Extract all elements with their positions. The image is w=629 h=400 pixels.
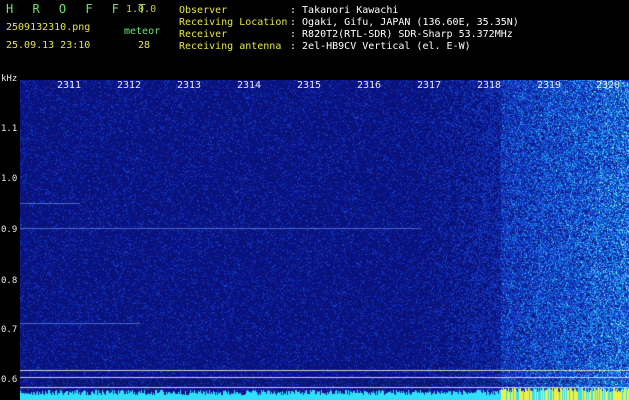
receiver-value: : R820T2(RTL-SDR) SDR-Sharp 53.372MHz — [290, 29, 513, 40]
location-label: Receiving Location — [179, 17, 288, 28]
freq-tick-0-8: 0.8 — [1, 276, 18, 286]
meteor-label: meteor — [124, 26, 161, 37]
freq-tick-0-9: 0.9 — [1, 225, 18, 235]
antenna-label: Receiving antenna — [179, 41, 282, 52]
minute-tick-2314: 2314 — [237, 80, 262, 91]
minute-tick-2318: 2318 — [477, 80, 502, 91]
minute-tick-2320: 2320 — [596, 80, 621, 91]
minute-tick-2311: 2311 — [57, 80, 82, 91]
minute-tick-2315: 2315 — [297, 80, 322, 91]
meteor-count: 28 — [138, 40, 151, 51]
location-value: : Ogaki, Gifu, JAPAN (136.60E, 35.35N) — [290, 17, 519, 28]
spectrogram-canvas — [20, 80, 629, 400]
freq-tick-0-7: 0.7 — [1, 325, 18, 335]
axis-unit-label: kHz — [1, 74, 18, 84]
antenna-value: : 2el-HB9CV Vertical (el. E-W) — [290, 41, 471, 52]
image-filename: 2509132310.png — [6, 22, 91, 33]
app-version: 1.0.0 — [126, 4, 157, 15]
observer-value: : Takanori Kawachi — [290, 5, 399, 16]
capture-datetime: 25.09.13 23:10 — [6, 40, 91, 51]
minute-tick-2317: 2317 — [417, 80, 442, 91]
minute-tick-2316: 2316 — [357, 80, 382, 91]
minute-tick-2313: 2313 — [177, 80, 202, 91]
minute-tick-2319: 2319 — [537, 80, 562, 91]
frequency-axis: kHz 1.1 1.0 0.9 0.8 0.7 0.6 — [0, 74, 20, 400]
freq-tick-1-1: 1.1 — [1, 124, 18, 134]
observer-label: Observer — [179, 5, 228, 16]
freq-tick-1-0: 1.0 — [1, 174, 18, 184]
freq-tick-0-6: 0.6 — [1, 375, 18, 385]
minute-tick-2312: 2312 — [117, 80, 142, 91]
receiver-label: Receiver — [179, 29, 228, 40]
header-panel: H R O F F T 1.0.0 2509132310.png meteor … — [0, 0, 629, 80]
